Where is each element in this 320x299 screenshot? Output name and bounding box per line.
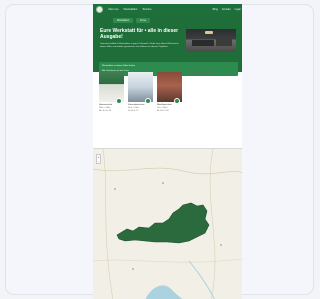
hero-pill-courses[interactable]: Kurse [136,18,151,23]
workshop-card[interactable]: Fahrradwerkstatt Graz • Offen Di–Sa 9–17 [128,72,153,112]
status-badge [145,98,151,104]
hero-workshop-image [186,29,236,52]
hero-section: Werkstätten Kurse Eure Werkstatt für • a… [93,14,242,76]
lamp-shape [205,31,213,34]
nav-item-blog[interactable]: Blog [213,8,218,11]
map-canvas [93,149,242,299]
workshop-card-hours: Di–Sa 9–17 [128,109,139,112]
nav-right-group: Blog Kontakt Login [210,8,242,11]
workshop-card-image [157,72,182,104]
city-dot [162,182,164,184]
status-badge [174,98,180,104]
workshop-card-hours: Mi–So 12–20 [157,109,169,112]
workshop-card[interactable]: Metallwerkstatt Linz • Offen Mi–So 12–20 [157,72,182,112]
nav-item-about[interactable]: Über uns [108,8,119,11]
status-badge [116,98,122,104]
map-zoom-control: + − [96,154,101,164]
zoom-out-button[interactable]: − [97,159,100,163]
site-logo[interactable] [96,5,103,13]
city-dot [220,244,222,246]
show-all-link[interactable]: Alle Werkstätten anzeigen [187,72,212,74]
hero-pill-workshops[interactable]: Werkstätten [113,18,134,23]
city-dot [114,188,116,190]
nav-item-dates[interactable]: Termine [142,8,151,11]
nav-item-workshops[interactable]: Werkstätten [124,8,138,11]
workshop-card-image [99,72,124,104]
machine-shape [216,38,232,46]
nav-item-login[interactable]: Login [235,8,241,11]
workshop-card-image [128,72,153,104]
webpage: Über uns Werkstätten Termine Blog Kontak… [93,4,242,299]
workshop-card-hours: Mo–Fr 10–18 [99,109,111,112]
nav-item-contact[interactable]: Kontakt [222,8,231,11]
workshop-cards: Holzwerkstatt Wien • Offen Mo–Fr 10–18 F… [99,72,238,147]
top-navbar: Über uns Werkstätten Termine Blog Kontak… [93,4,242,14]
info-banner-title: Werkstätten in deiner Nähe finden [102,65,136,67]
hero-text: Gemeinschaftliche Werkstätten in ganz Ös… [100,43,179,48]
workshop-card[interactable]: Holzwerkstatt Wien • Offen Mo–Fr 10–18 [99,72,124,112]
austria-map[interactable]: + − [93,148,242,299]
hero-title: Eure Werkstatt für • alle in dieser Ausg… [100,28,179,40]
city-dot [132,268,134,270]
workbench-shape [192,40,214,46]
